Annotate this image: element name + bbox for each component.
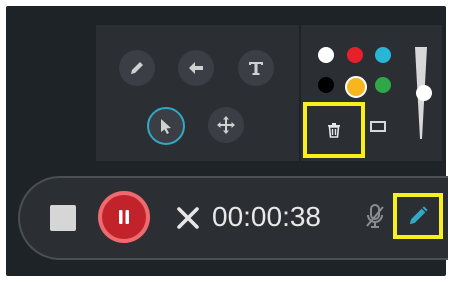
text-icon — [249, 62, 263, 75]
text-tool-button[interactable] — [238, 50, 274, 86]
pencil-icon — [409, 206, 428, 225]
close-icon — [177, 207, 199, 229]
color-swatch-red[interactable] — [347, 47, 363, 63]
color-swatch-blue[interactable] — [375, 47, 391, 63]
stop-button[interactable] — [50, 205, 76, 231]
clear-drawing-button[interactable] — [303, 102, 365, 158]
recording-timer: 00:00:38 — [212, 201, 321, 232]
cancel-recording-button[interactable] — [173, 203, 203, 233]
move-tool-button[interactable] — [208, 107, 244, 143]
color-swatch-yellow[interactable] — [345, 76, 367, 98]
color-swatch-white[interactable] — [318, 47, 334, 63]
move-icon — [217, 116, 235, 134]
color-swatch-green[interactable] — [375, 77, 391, 93]
cursor-icon — [161, 119, 171, 134]
arrow-left-icon — [189, 62, 203, 74]
pause-button[interactable] — [98, 191, 150, 243]
annotation-toggle-button[interactable] — [393, 193, 443, 239]
pencil-icon — [131, 62, 143, 74]
drawing-tools-panel — [96, 25, 442, 161]
microphone-toggle[interactable] — [364, 202, 386, 232]
pause-icon — [119, 210, 129, 224]
select-tool-button[interactable] — [147, 107, 185, 145]
microphone-muted-icon — [366, 204, 384, 228]
panel-divider — [299, 25, 301, 161]
whiteboard-icon[interactable] — [370, 121, 386, 132]
stroke-size-slider-handle[interactable] — [416, 85, 432, 101]
trash-icon — [328, 123, 340, 138]
arrow-tool-button[interactable] — [178, 50, 214, 86]
color-swatch-black[interactable] — [318, 77, 334, 93]
pen-tool-button[interactable] — [119, 50, 155, 86]
